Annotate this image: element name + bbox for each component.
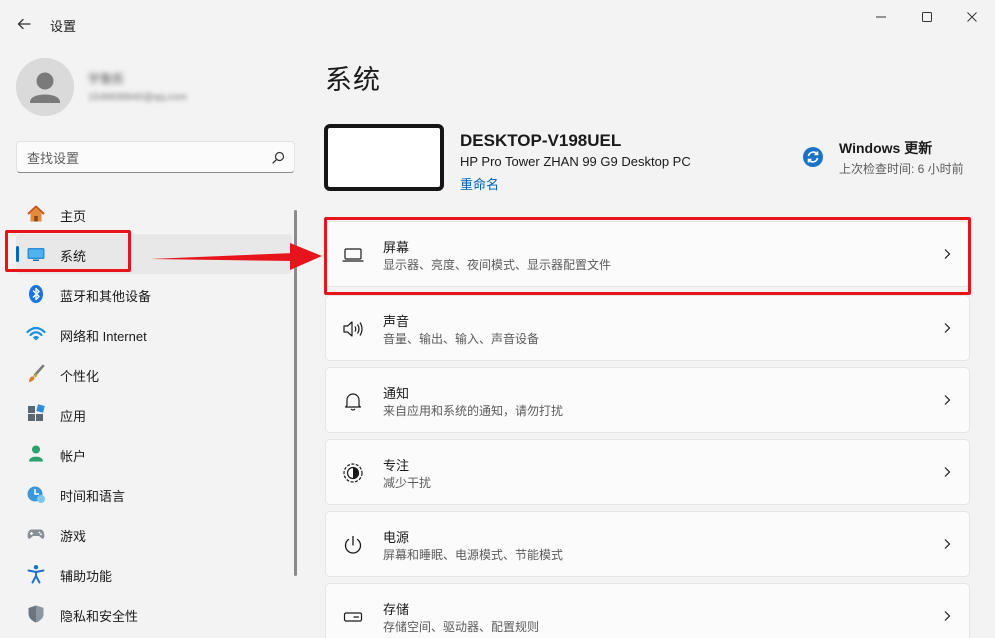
- sidebar-item-label: 应用: [60, 409, 87, 424]
- close-icon: [967, 12, 977, 22]
- power-icon: [344, 535, 362, 554]
- setting-card-sound[interactable]: 声音 音量、输出、输入、声音设备: [325, 295, 970, 361]
- windows-update-icon[interactable]: [802, 146, 824, 168]
- windows-update-status: 上次检查时间: 6 小时前: [839, 162, 964, 176]
- account-icon: [29, 445, 43, 462]
- user-name: 宇鲁民: [88, 72, 125, 86]
- sidebar-item-label: 帐户: [60, 449, 87, 464]
- sidebar-item-label: 时间和语言: [60, 489, 126, 504]
- setting-card-notifications[interactable]: 通知 来自应用和系统的通知，请勿打扰: [325, 367, 970, 433]
- card-title: 电源: [383, 530, 410, 545]
- device-model: HP Pro Tower ZHAN 99 G9 Desktop PC: [460, 154, 691, 169]
- sidebar-item-personalization[interactable]: 个性化: [16, 354, 292, 394]
- card-subtitle: 屏幕和睡眠、电源模式、节能模式: [383, 548, 564, 562]
- sidebar-item-accessibility[interactable]: 辅助功能: [16, 554, 292, 594]
- gamepad-icon: [27, 529, 45, 539]
- sidebar-item-label: 主页: [60, 209, 87, 224]
- time-language-icon: [27, 486, 45, 503]
- sidebar-item-network[interactable]: 网络和 Internet: [16, 314, 292, 354]
- sidebar-item-gaming[interactable]: 游戏: [16, 514, 292, 554]
- card-subtitle: 减少干扰: [383, 476, 432, 490]
- accessibility-icon: [27, 565, 45, 584]
- home-icon: [27, 205, 45, 222]
- sidebar-item-label: 辅助功能: [60, 569, 113, 584]
- annotation-highlight-display: [324, 217, 971, 295]
- avatar: [16, 58, 74, 116]
- sidebar-item-label: 隐私和安全性: [60, 609, 139, 624]
- chevron-right-icon: [944, 323, 951, 333]
- card-title: 通知: [383, 386, 410, 401]
- user-avatar-icon: [16, 58, 74, 116]
- user-email: 1549938940@qq.com: [88, 92, 187, 103]
- device-image: [324, 124, 444, 191]
- windows-update-title[interactable]: Windows 更新: [839, 138, 932, 158]
- maximize-button[interactable]: [904, 4, 950, 30]
- sidebar-item-label: 蓝牙和其他设备: [60, 289, 152, 304]
- chevron-right-icon: [944, 467, 951, 477]
- shield-icon: [28, 605, 44, 623]
- search-input[interactable]: [27, 148, 257, 168]
- device-name: DESKTOP-V198UEL: [460, 131, 622, 150]
- sidebar-item-label: 游戏: [60, 529, 87, 544]
- back-arrow-icon: [17, 18, 31, 30]
- title-bar: 设置: [0, 0, 995, 46]
- sidebar-item-bluetooth[interactable]: 蓝牙和其他设备: [16, 274, 292, 314]
- sidebar-item-accounts[interactable]: 帐户: [16, 434, 292, 474]
- sidebar-item-privacy[interactable]: 隐私和安全性: [16, 594, 292, 634]
- card-title: 存储: [383, 602, 410, 617]
- rename-link[interactable]: 重命名: [460, 174, 499, 193]
- sidebar-item-home[interactable]: 主页: [16, 194, 292, 234]
- annotation-arrow-icon: [150, 243, 322, 270]
- sidebar-item-label: 个性化: [60, 369, 100, 384]
- paintbrush-icon: [29, 364, 45, 382]
- setting-card-focus[interactable]: 专注 减少干扰: [325, 439, 970, 505]
- maximize-icon: [922, 12, 932, 22]
- close-button[interactable]: [949, 4, 995, 30]
- sidebar-item-time-language[interactable]: 时间和语言: [16, 474, 292, 514]
- card-subtitle: 来自应用和系统的通知，请勿打扰: [383, 404, 564, 418]
- bell-icon: [344, 393, 362, 411]
- setting-card-power[interactable]: 电源 屏幕和睡眠、电源模式、节能模式: [325, 511, 970, 577]
- apps-icon: [28, 404, 45, 421]
- sidebar-item-apps[interactable]: 应用: [16, 394, 292, 434]
- search-box[interactable]: [16, 141, 295, 173]
- sidebar-item-label: 网络和 Internet: [60, 329, 147, 344]
- card-subtitle: 音量、输出、输入、声音设备: [383, 332, 540, 346]
- chevron-right-icon: [944, 539, 951, 549]
- chevron-right-icon: [944, 611, 951, 621]
- search-icon: [272, 151, 285, 164]
- bluetooth-icon: [29, 285, 43, 303]
- speaker-icon: [343, 321, 363, 337]
- page-title: 系统: [325, 65, 381, 95]
- card-title: 专注: [383, 458, 410, 473]
- user-profile[interactable]: 宇鲁民 1549938940@qq.com: [16, 58, 286, 118]
- card-subtitle: 存储空间、驱动器、配置规则: [383, 620, 540, 634]
- focus-icon: [343, 463, 363, 483]
- back-button[interactable]: [10, 10, 38, 38]
- setting-card-storage[interactable]: 存储 存储空间、驱动器、配置规则: [325, 583, 970, 638]
- chevron-right-icon: [944, 395, 951, 405]
- card-title: 声音: [383, 314, 410, 329]
- minimize-button[interactable]: [858, 4, 904, 30]
- annotation-highlight-system: [5, 230, 131, 272]
- minimize-icon: [876, 16, 886, 18]
- wifi-icon: [26, 326, 46, 341]
- storage-icon: [343, 612, 363, 622]
- window-title: 设置: [50, 19, 77, 34]
